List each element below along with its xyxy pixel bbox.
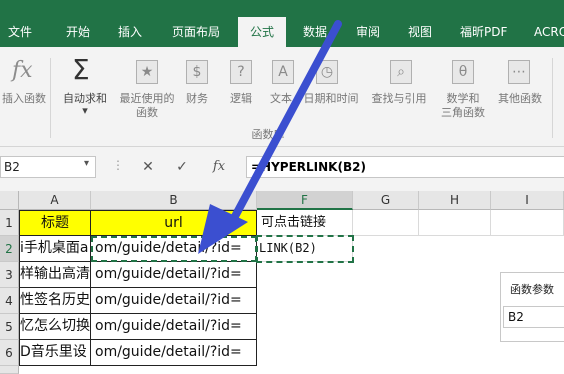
arrow-shaft (228, 20, 342, 226)
annotation-arrow (198, 20, 342, 254)
